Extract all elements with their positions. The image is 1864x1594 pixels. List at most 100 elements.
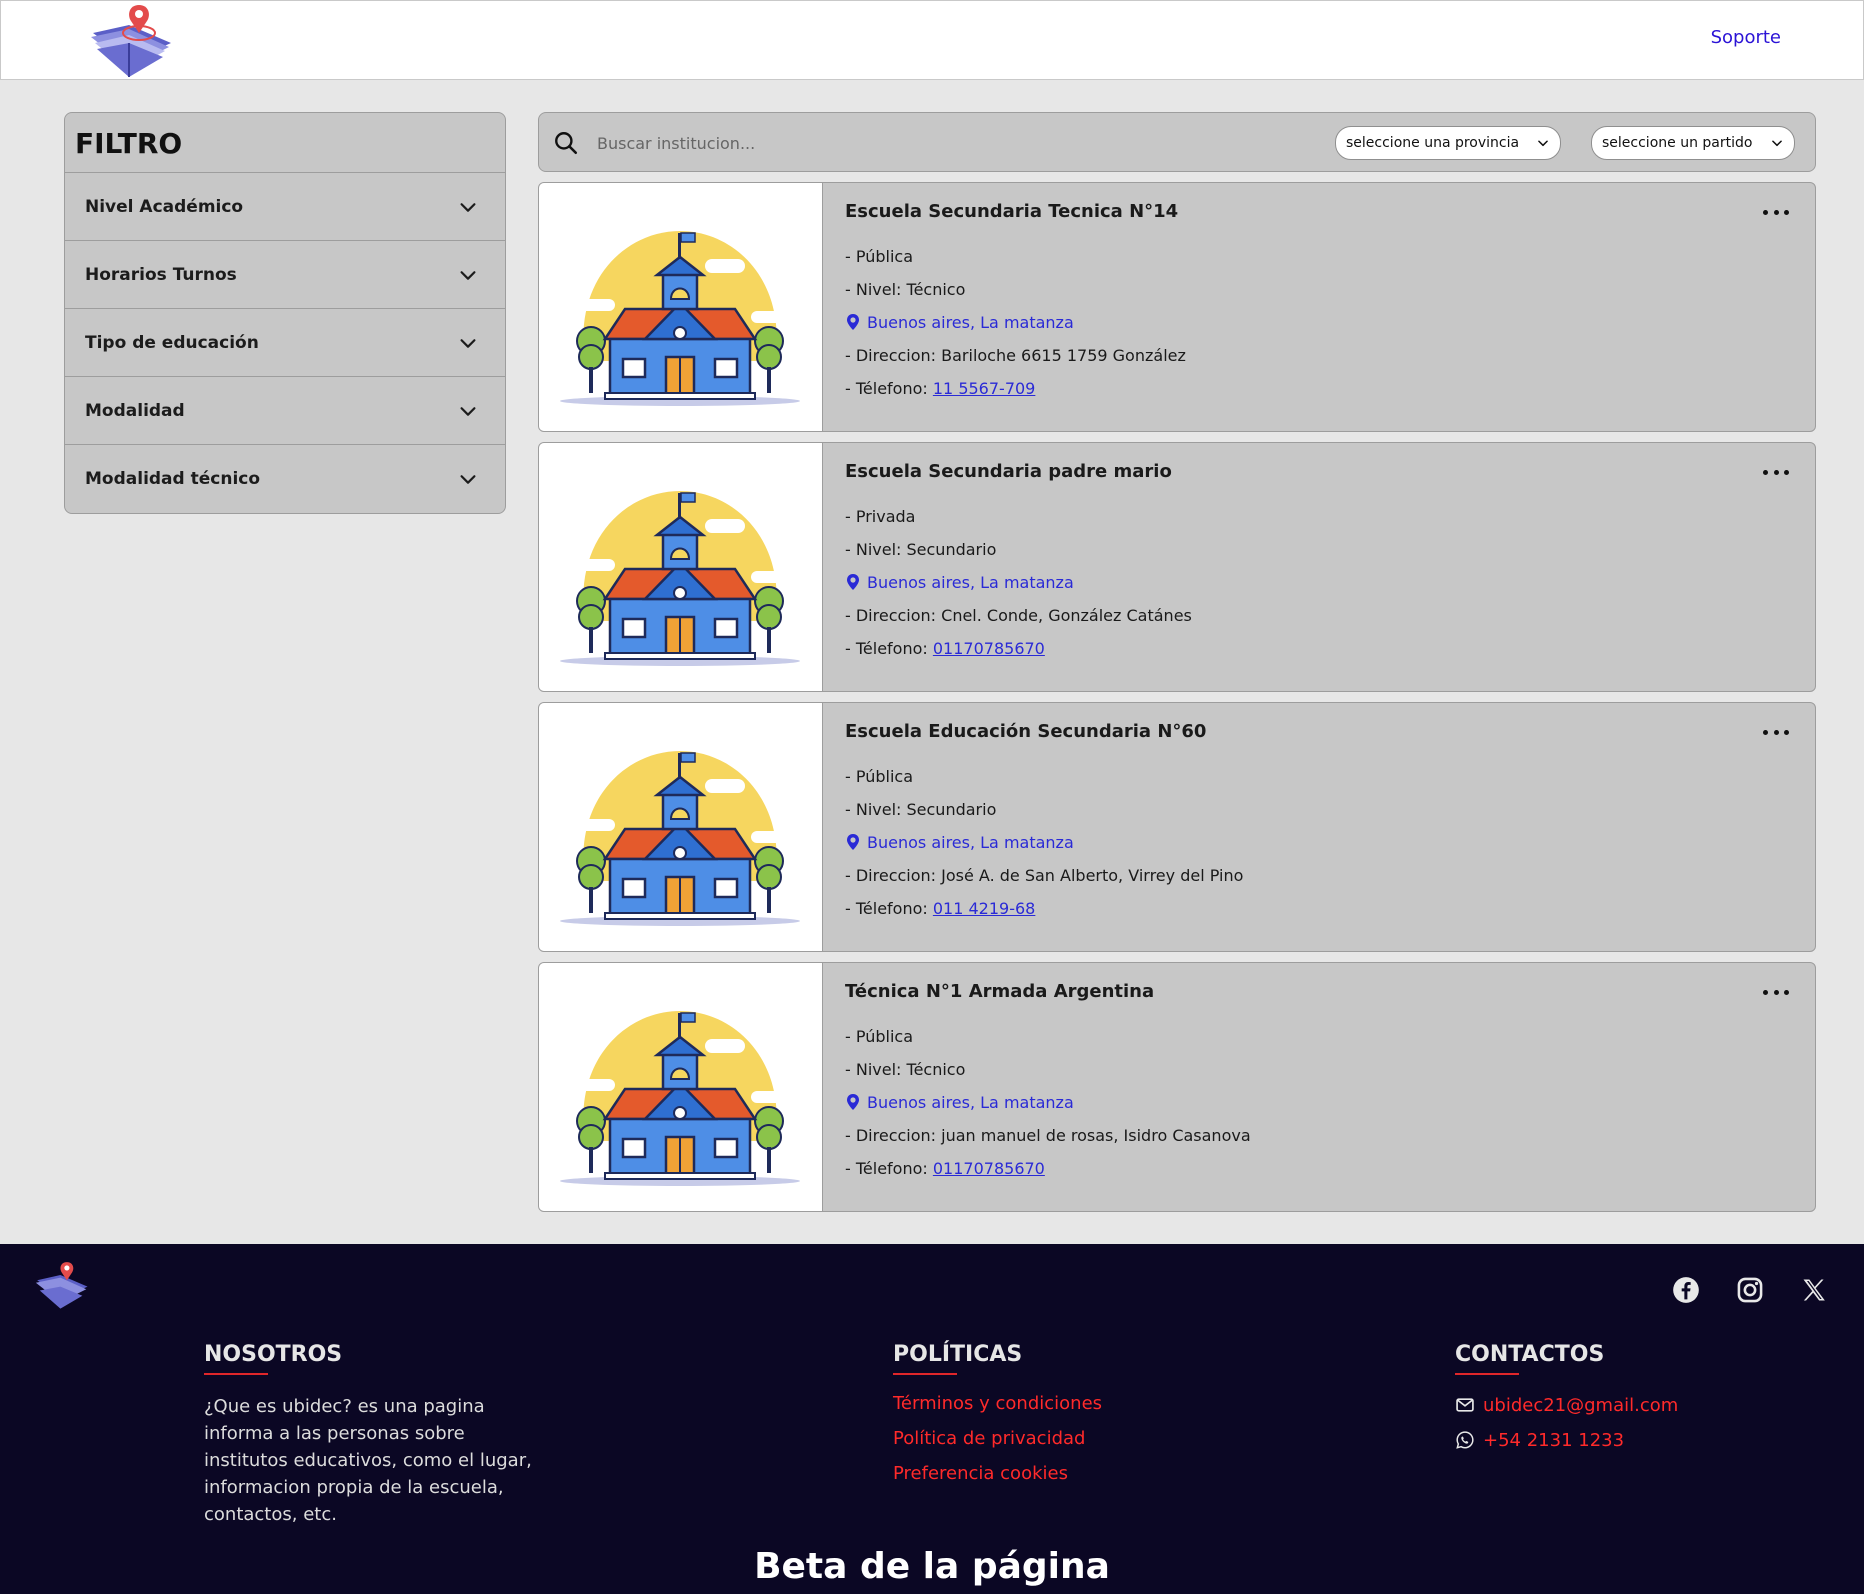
filter-modalidad-tecnico[interactable]: Modalidad técnico bbox=[65, 445, 505, 513]
search-bar: seleccione una provincia seleccione un p… bbox=[538, 112, 1816, 172]
school-location-label: Buenos aires, La matanza bbox=[867, 833, 1074, 852]
school-level: - Nivel: Secundario bbox=[845, 800, 997, 819]
school-location[interactable]: Buenos aires, La matanza bbox=[845, 833, 1755, 866]
school-building-illustration bbox=[558, 749, 802, 928]
school-image bbox=[539, 963, 823, 1211]
school-phone-label: - Télefono: bbox=[845, 379, 933, 398]
filter-item-label: Tipo de educación bbox=[85, 332, 259, 353]
chevron-down-icon bbox=[460, 406, 476, 416]
ubidec-logo[interactable] bbox=[85, 3, 181, 81]
site-footer: NOSOTROS ¿Que es ubidec? es una pagina i… bbox=[0, 1244, 1864, 1594]
x-icon[interactable] bbox=[1800, 1276, 1828, 1304]
filter-panel: FILTRO Nivel Académico Horarios Turnos T… bbox=[64, 112, 506, 514]
support-link[interactable]: Soporte bbox=[1711, 27, 1781, 48]
school-name[interactable]: Técnica N°1 Armada Argentina bbox=[845, 981, 1755, 1003]
school-type: - Pública bbox=[845, 247, 914, 266]
top-header: Soporte bbox=[0, 0, 1864, 80]
school-location[interactable]: Buenos aires, La matanza bbox=[845, 313, 1755, 346]
location-pin-icon bbox=[847, 314, 859, 330]
school-location[interactable]: Buenos aires, La matanza bbox=[845, 1093, 1755, 1126]
instagram-icon[interactable] bbox=[1736, 1276, 1764, 1304]
school-card[interactable]: Escuela Educación Secundaria N°60 - Públ… bbox=[538, 702, 1816, 952]
school-phone-link[interactable]: 01170785670 bbox=[933, 639, 1045, 658]
school-location[interactable]: Buenos aires, La matanza bbox=[845, 573, 1755, 606]
filter-tipo-educacion[interactable]: Tipo de educación bbox=[65, 309, 505, 377]
school-card[interactable]: Técnica N°1 Armada Argentina - Pública -… bbox=[538, 962, 1816, 1212]
phone-contact[interactable]: +54 2131 1233 bbox=[1455, 1428, 1678, 1452]
school-building-illustration bbox=[558, 489, 802, 668]
province-select-value: seleccione una provincia bbox=[1346, 135, 1520, 151]
district-select-value: seleccione un partido bbox=[1602, 135, 1753, 151]
school-image bbox=[539, 183, 823, 431]
province-select[interactable]: seleccione una provincia bbox=[1335, 126, 1561, 160]
policies-heading: POLÍTICAS bbox=[893, 1342, 1102, 1375]
email-text: ubidec21@gmail.com bbox=[1483, 1394, 1679, 1416]
more-options-icon[interactable] bbox=[1763, 725, 1789, 739]
chevron-down-icon bbox=[460, 202, 476, 212]
school-phone-link[interactable]: 11 5567-709 bbox=[933, 379, 1035, 398]
chevron-down-icon bbox=[460, 475, 476, 484]
school-level: - Nivel: Secundario bbox=[845, 540, 997, 559]
school-phone-label: - Télefono: bbox=[845, 639, 933, 658]
more-options-icon[interactable] bbox=[1763, 985, 1789, 999]
school-image bbox=[539, 443, 823, 691]
school-phone-row: - Télefono: 01170785670 bbox=[845, 639, 1755, 672]
school-location-label: Buenos aires, La matanza bbox=[867, 1093, 1074, 1112]
filter-item-label: Modalidad técnico bbox=[85, 469, 261, 489]
privacy-link[interactable]: Política de privacidad bbox=[893, 1428, 1102, 1452]
location-pin-icon bbox=[847, 1094, 859, 1110]
search-icon[interactable] bbox=[553, 130, 579, 156]
contacts-column: CONTACTOS ubidec21@gmail.com +54 2131 12… bbox=[1455, 1342, 1678, 1463]
beta-banner: Beta de la página bbox=[754, 1546, 1110, 1587]
school-building-illustration bbox=[558, 229, 802, 408]
school-phone-link[interactable]: 011 4219-68 bbox=[933, 899, 1035, 918]
school-card[interactable]: Escuela Secundaria Tecnica N°14 - Públic… bbox=[538, 182, 1816, 432]
filter-item-label: Modalidad bbox=[85, 400, 185, 421]
filter-item-label: Horarios Turnos bbox=[85, 264, 237, 285]
school-name[interactable]: Escuela Educación Secundaria N°60 bbox=[845, 721, 1755, 743]
school-image bbox=[539, 703, 823, 951]
cookies-link[interactable]: Preferencia cookies bbox=[893, 1463, 1102, 1487]
chevron-down-icon bbox=[1772, 140, 1782, 147]
school-phone-label: - Télefono: bbox=[845, 899, 933, 918]
school-phone-row: - Télefono: 011 4219-68 bbox=[845, 899, 1755, 932]
school-phone-link[interactable]: 01170785670 bbox=[933, 1159, 1045, 1178]
more-options-icon[interactable] bbox=[1763, 205, 1789, 219]
filter-nivel-academico[interactable]: Nivel Académico bbox=[65, 173, 505, 241]
phone-text: +54 2131 1233 bbox=[1483, 1429, 1625, 1451]
mail-icon bbox=[1456, 1398, 1474, 1412]
district-select[interactable]: seleccione un partido bbox=[1591, 126, 1795, 160]
school-name[interactable]: Escuela Secundaria Tecnica N°14 bbox=[845, 201, 1755, 223]
chevron-down-icon bbox=[460, 270, 476, 280]
location-pin-icon bbox=[847, 574, 859, 590]
school-name[interactable]: Escuela Secundaria padre mario bbox=[845, 461, 1755, 483]
social-links bbox=[1672, 1276, 1828, 1304]
school-type: - Pública bbox=[845, 767, 914, 786]
terms-link[interactable]: Términos y condiciones bbox=[893, 1393, 1102, 1417]
filter-title: FILTRO bbox=[65, 113, 505, 173]
school-level: - Nivel: Técnico bbox=[845, 1060, 966, 1079]
chevron-down-icon bbox=[460, 338, 476, 348]
school-location-label: Buenos aires, La matanza bbox=[867, 313, 1074, 332]
filter-horarios-turnos[interactable]: Horarios Turnos bbox=[65, 241, 505, 309]
school-phone-row: - Télefono: 01170785670 bbox=[845, 1159, 1755, 1192]
school-card[interactable]: Escuela Secundaria padre mario - Privada… bbox=[538, 442, 1816, 692]
about-heading: NOSOTROS bbox=[204, 1342, 544, 1375]
school-type: - Privada bbox=[845, 507, 916, 526]
school-building-illustration bbox=[558, 1009, 802, 1188]
school-phone-label: - Télefono: bbox=[845, 1159, 933, 1178]
school-phone-row: - Télefono: 11 5567-709 bbox=[845, 379, 1755, 412]
school-location-label: Buenos aires, La matanza bbox=[867, 573, 1074, 592]
contacts-heading: CONTACTOS bbox=[1455, 1342, 1678, 1375]
filter-modalidad[interactable]: Modalidad bbox=[65, 377, 505, 445]
school-address: - Direccion: José A. de San Alberto, Vir… bbox=[845, 866, 1244, 885]
about-text: ¿Que es ubidec? es una pagina informa a … bbox=[204, 1396, 532, 1525]
more-options-icon[interactable] bbox=[1763, 465, 1789, 479]
facebook-icon[interactable] bbox=[1672, 1276, 1700, 1304]
about-column: NOSOTROS ¿Que es ubidec? es una pagina i… bbox=[204, 1342, 544, 1528]
chevron-down-icon bbox=[1538, 140, 1548, 147]
filter-item-label: Nivel Académico bbox=[85, 196, 244, 217]
email-contact[interactable]: ubidec21@gmail.com bbox=[1455, 1393, 1678, 1417]
ubidec-logo[interactable] bbox=[32, 1260, 94, 1312]
search-input[interactable] bbox=[597, 125, 1257, 161]
